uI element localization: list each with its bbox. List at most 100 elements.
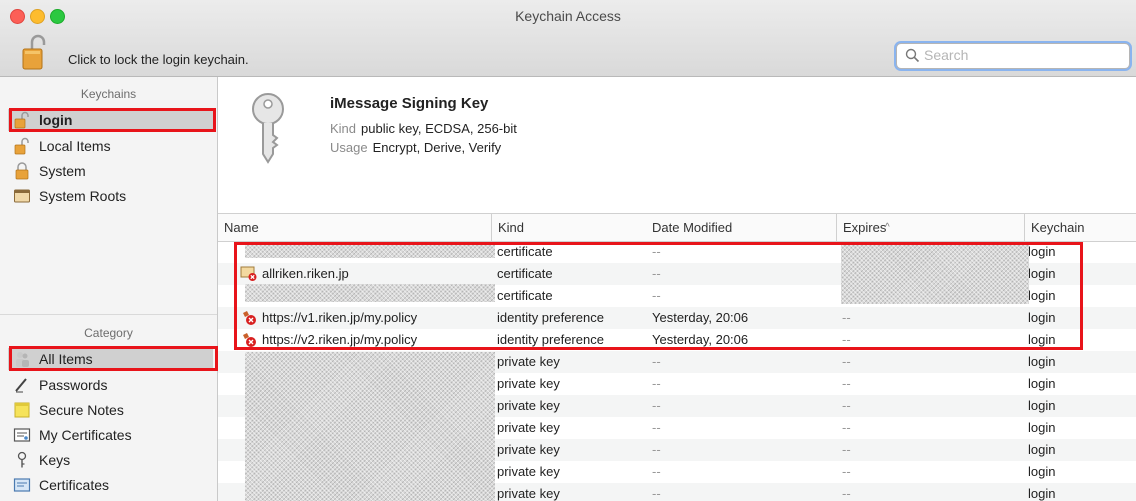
table-cell-kind: identity preference: [497, 332, 604, 347]
table-cell-kind: private key: [497, 376, 560, 391]
redacted-area: [245, 242, 495, 258]
column-header-date-modified[interactable]: Date Modified: [646, 214, 836, 241]
column-header-kind[interactable]: Kind: [491, 214, 646, 241]
table-cell-kind: certificate: [497, 266, 553, 281]
table-cell-keychain: login: [1028, 354, 1056, 369]
redacted-area: [245, 284, 495, 302]
column-header-keychain[interactable]: Keychain: [1024, 214, 1136, 241]
table-cell-expires: --: [842, 310, 851, 325]
password-pen-icon: [15, 378, 27, 393]
table-cell-date-modified: --: [652, 420, 661, 435]
table-cell-keychain: login: [1028, 332, 1056, 347]
sidebar-item-label: System Roots: [39, 188, 127, 204]
sidebar-item-label: Passwords: [39, 377, 108, 393]
people-icon: [16, 352, 29, 367]
identity-pref-icon: [243, 311, 256, 325]
table-cell-keychain: login: [1028, 486, 1056, 501]
redacted-area: [841, 242, 1029, 304]
sidebar-item-keys[interactable]: Keys: [13, 449, 213, 471]
table-cell-date-modified: --: [652, 464, 661, 479]
table-cell-keychain: login: [1028, 310, 1056, 325]
sidebar-item-label: login: [39, 112, 73, 128]
table-cell-kind: private key: [497, 354, 560, 369]
table-cell-keychain: login: [1028, 376, 1056, 391]
table-cell-expires: --: [842, 376, 851, 391]
sidebar-item-label: All Items: [39, 351, 93, 367]
certificate-icon: [13, 428, 31, 442]
table-cell-name: https://v1.riken.jp/my.policy: [262, 310, 418, 325]
table-cell-kind: private key: [497, 464, 560, 479]
table-cell-date-modified: --: [652, 266, 661, 281]
identity-pref-icon: [243, 333, 256, 347]
column-header-expires[interactable]: Expires: [836, 214, 1024, 241]
table-cell-date-modified: --: [652, 442, 661, 457]
key-icon: [252, 93, 284, 164]
table-row[interactable]: https://v2.riken.jp/my.policy identity pr…: [218, 329, 1136, 351]
table-cell-expires: --: [842, 332, 851, 347]
sidebar-item-local-items[interactable]: Local Items: [13, 135, 213, 157]
sidebar-item-label: Secure Notes: [39, 402, 124, 418]
usage-value: Encrypt, Derive, Verify: [372, 140, 502, 155]
table-cell-date-modified: --: [652, 244, 661, 259]
table-cell-date-modified: --: [652, 376, 661, 391]
unlocked-lock-icon: [14, 137, 29, 155]
sidebar-item-system-roots[interactable]: System Roots: [13, 185, 213, 207]
sidebar-item-certificates[interactable]: Certificates: [13, 474, 213, 496]
table-cell-keychain: login: [1028, 288, 1056, 303]
folder-icon: [14, 189, 30, 203]
table-cell-expires: --: [842, 398, 851, 413]
table-cell-name: allriken.riken.jp: [262, 266, 349, 281]
item-usage-row: Usage Encrypt, Derive, Verify: [330, 140, 501, 155]
table-cell-name: https://v2.riken.jp/my.policy: [262, 332, 418, 347]
certificate-error-icon: [240, 266, 257, 281]
sidebar-item-secure-notes[interactable]: Secure Notes: [13, 399, 213, 421]
sidebar-divider: [0, 314, 217, 315]
table-cell-expires: --: [842, 354, 851, 369]
table-cell-kind: private key: [497, 442, 560, 457]
table-cell-keychain: login: [1028, 420, 1056, 435]
table-cell-keychain: login: [1028, 244, 1056, 259]
table-cell-kind: private key: [497, 398, 560, 413]
sidebar-item-system[interactable]: System: [13, 160, 213, 182]
sidebar-item-label: Keys: [39, 452, 71, 468]
table-cell-kind: certificate: [497, 288, 553, 303]
table-cell-expires: --: [842, 464, 851, 479]
search-field[interactable]: [896, 43, 1130, 69]
table-row[interactable]: https://v1.riken.jp/my.policy identity pr…: [218, 307, 1136, 329]
table-cell-date-modified: --: [652, 398, 661, 413]
note-icon: [14, 402, 30, 418]
lock-keychain-label[interactable]: Click to lock the login keychain.: [68, 52, 249, 67]
kind-label: Kind: [330, 121, 357, 136]
locked-lock-icon: [15, 162, 29, 180]
certificate-icon: [13, 478, 31, 492]
sidebar-item-all-items[interactable]: All Items: [8, 348, 213, 370]
category-header: Category: [84, 326, 133, 340]
sidebar-item-label: My Certificates: [39, 427, 132, 443]
table-cell-keychain: login: [1028, 442, 1056, 457]
sidebar-item-login[interactable]: login: [8, 109, 213, 131]
window-title: Keychain Access: [515, 8, 621, 24]
sidebar-item-my-certificates[interactable]: My Certificates: [13, 424, 213, 446]
unlocked-lock-icon[interactable]: [22, 34, 48, 70]
table-cell-expires: --: [842, 442, 851, 457]
search-icon: [905, 48, 920, 63]
usage-label: Usage: [330, 140, 368, 155]
unlocked-lock-icon: [14, 111, 29, 129]
table-cell-date-modified: --: [652, 288, 661, 303]
sidebar-item-passwords[interactable]: Passwords: [13, 374, 213, 396]
item-kind-row: Kind public key, ECDSA, 256-bit: [330, 121, 517, 136]
table-header: Name Kind ^ Date Modified Expires Keycha…: [218, 213, 1136, 242]
table-cell-kind: private key: [497, 420, 560, 435]
table-cell-keychain: login: [1028, 398, 1056, 413]
table-cell-date-modified: --: [652, 486, 661, 501]
column-header-name[interactable]: Name: [218, 214, 491, 241]
table-cell-date-modified: Yesterday, 20:06: [652, 332, 749, 347]
search-input[interactable]: [924, 46, 1119, 64]
table-cell-keychain: login: [1028, 266, 1056, 281]
item-title: iMessage Signing Key: [330, 95, 489, 112]
title-bar: Keychain Access Click to lock the login …: [0, 0, 1136, 77]
sidebar: Keychains login Local Items System Syste…: [0, 77, 218, 501]
redacted-area: [245, 352, 495, 501]
table-cell-date-modified: Yesterday, 20:06: [652, 310, 749, 325]
table-cell-kind: identity preference: [497, 310, 604, 325]
